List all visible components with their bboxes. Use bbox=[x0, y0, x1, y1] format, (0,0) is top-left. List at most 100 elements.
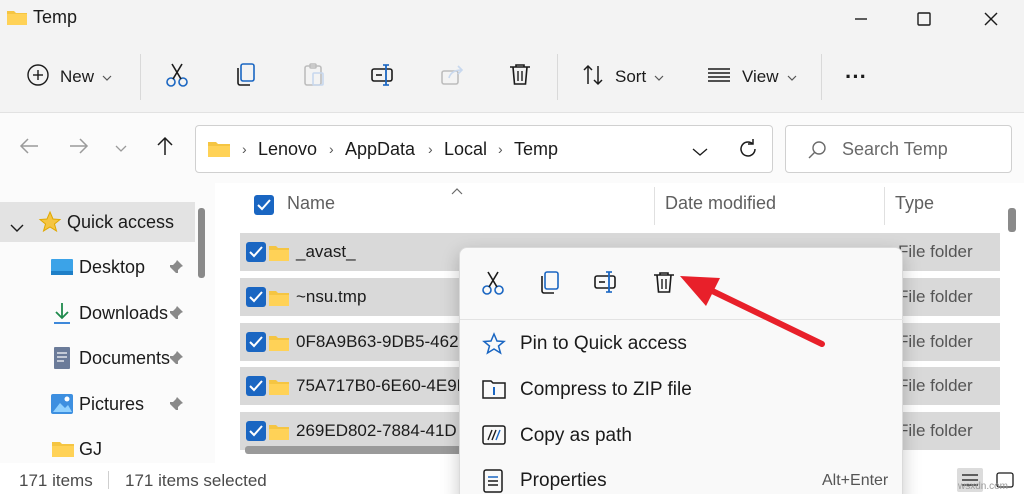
select-all-checkbox[interactable] bbox=[254, 195, 274, 215]
back-arrow-icon[interactable] bbox=[18, 135, 40, 162]
chevron-down-icon[interactable] bbox=[10, 217, 24, 238]
search-box[interactable]: Search Temp bbox=[785, 125, 1012, 173]
nav-scrollbar[interactable] bbox=[198, 208, 205, 278]
file-type: File folder bbox=[898, 376, 973, 395]
nav-label: Desktop bbox=[79, 257, 146, 277]
properties-icon bbox=[482, 469, 504, 494]
sort-icon bbox=[581, 63, 605, 92]
folder-icon bbox=[268, 334, 290, 357]
chevron-down-icon bbox=[654, 67, 664, 87]
column-header-date-modified[interactable]: Date modified bbox=[665, 193, 776, 214]
title-bar: Temp bbox=[0, 0, 1024, 40]
zip-folder-icon bbox=[482, 378, 506, 406]
compress-to-zip-menu-item[interactable]: Compress to ZIP file bbox=[460, 368, 904, 412]
folder-icon bbox=[268, 423, 290, 446]
nav-item-documents[interactable]: Documents bbox=[0, 338, 195, 378]
nav-item-downloads[interactable]: Downloads bbox=[0, 293, 195, 333]
plus-circle-icon bbox=[26, 63, 50, 92]
copy-button[interactable] bbox=[234, 60, 258, 94]
address-bar[interactable]: › Lenovo › AppData › Local › Temp bbox=[195, 125, 773, 173]
pictures-icon bbox=[50, 393, 74, 420]
row-checkbox[interactable] bbox=[246, 332, 266, 352]
cut-menu-button[interactable] bbox=[480, 270, 508, 298]
recent-locations-chevron-icon[interactable] bbox=[115, 141, 127, 159]
close-button[interactable] bbox=[960, 2, 1022, 36]
nav-label: Downloads bbox=[79, 303, 169, 323]
file-name: ~nsu.tmp bbox=[296, 287, 367, 306]
view-lines-icon bbox=[706, 65, 732, 90]
maximize-button[interactable] bbox=[893, 2, 955, 36]
view-label: View bbox=[742, 67, 779, 86]
breadcrumb-local[interactable]: Local bbox=[444, 139, 487, 160]
selected-count: 171 items selected bbox=[125, 471, 267, 490]
row-checkbox[interactable] bbox=[246, 287, 266, 307]
row-checkbox[interactable] bbox=[246, 421, 266, 441]
sort-label: Sort bbox=[615, 67, 647, 86]
file-name: _avast_ bbox=[296, 242, 356, 261]
toolbar-separator bbox=[557, 54, 558, 100]
folder-icon bbox=[268, 244, 290, 267]
copy-menu-button[interactable] bbox=[538, 270, 566, 298]
pin-icon bbox=[168, 305, 184, 326]
column-header-name[interactable]: Name bbox=[287, 193, 335, 214]
column-header-type[interactable]: Type bbox=[895, 193, 934, 214]
address-history-chevron-icon[interactable] bbox=[692, 144, 708, 162]
paste-icon bbox=[302, 62, 326, 93]
up-arrow-icon[interactable] bbox=[154, 135, 176, 162]
toolbar-separator bbox=[821, 54, 822, 100]
item-count: 171 items bbox=[19, 471, 93, 490]
row-checkbox[interactable] bbox=[246, 242, 266, 262]
pin-icon bbox=[168, 350, 184, 371]
nav-quick-access[interactable]: Quick access bbox=[0, 202, 195, 242]
chevron-down-icon bbox=[102, 67, 112, 87]
red-arrow-annotation bbox=[680, 276, 825, 347]
file-name: 0F8A9B63-9DB5-462 bbox=[296, 332, 459, 351]
file-list-scrollbar[interactable] bbox=[1008, 208, 1016, 232]
minimize-button[interactable] bbox=[830, 2, 892, 36]
nav-item-desktop[interactable]: Desktop bbox=[0, 247, 195, 287]
copy-as-path-menu-item[interactable]: Copy as path bbox=[460, 414, 904, 458]
download-icon bbox=[52, 301, 72, 330]
more-options-button[interactable]: ··· bbox=[845, 60, 867, 94]
nav-label: Documents bbox=[79, 348, 171, 368]
folder-icon bbox=[207, 139, 231, 164]
delete-button[interactable] bbox=[508, 60, 532, 94]
folder-icon bbox=[6, 7, 28, 32]
file-type: File folder bbox=[898, 287, 973, 306]
nav-label: Pictures bbox=[79, 394, 145, 414]
path-icon bbox=[482, 424, 506, 452]
pin-icon bbox=[168, 259, 184, 280]
pin-icon bbox=[482, 332, 506, 362]
nav-item-pictures[interactable]: Pictures bbox=[0, 384, 195, 424]
rename-button[interactable] bbox=[370, 60, 396, 94]
rename-icon bbox=[370, 63, 396, 92]
documents-icon bbox=[52, 346, 72, 375]
pin-icon bbox=[168, 396, 184, 417]
scissors-icon bbox=[164, 62, 190, 93]
file-name: 75A717B0-6E60-4E9E bbox=[296, 376, 469, 395]
desktop-icon bbox=[50, 257, 74, 282]
breadcrumb-lenovo[interactable]: Lenovo bbox=[258, 139, 317, 160]
sort-button[interactable]: Sort bbox=[581, 60, 664, 94]
folder-icon bbox=[268, 378, 290, 401]
new-button[interactable]: New bbox=[26, 60, 112, 94]
window-title: Temp bbox=[33, 7, 78, 27]
properties-menu-item[interactable]: Properties Alt+Enter bbox=[460, 459, 904, 494]
trash-icon bbox=[508, 62, 532, 93]
share-icon bbox=[440, 63, 466, 92]
forward-arrow-icon[interactable] bbox=[68, 135, 90, 162]
cut-button[interactable] bbox=[164, 60, 190, 94]
new-label: New bbox=[60, 67, 95, 86]
breadcrumb-temp[interactable]: Temp bbox=[514, 139, 558, 160]
toolbar-separator bbox=[140, 54, 141, 100]
search-icon bbox=[806, 139, 828, 166]
file-name: 269ED802-7884-41D bbox=[296, 421, 457, 440]
search-input[interactable]: Search Temp bbox=[842, 139, 948, 160]
rename-menu-button[interactable] bbox=[593, 270, 621, 298]
row-checkbox[interactable] bbox=[246, 376, 266, 396]
breadcrumb-appdata[interactable]: AppData bbox=[345, 139, 415, 160]
nav-label: Quick access bbox=[67, 212, 175, 232]
view-button[interactable]: View bbox=[706, 60, 797, 94]
refresh-icon[interactable] bbox=[737, 138, 759, 165]
address-row: › Lenovo › AppData › Local › Temp Search… bbox=[0, 113, 1024, 183]
